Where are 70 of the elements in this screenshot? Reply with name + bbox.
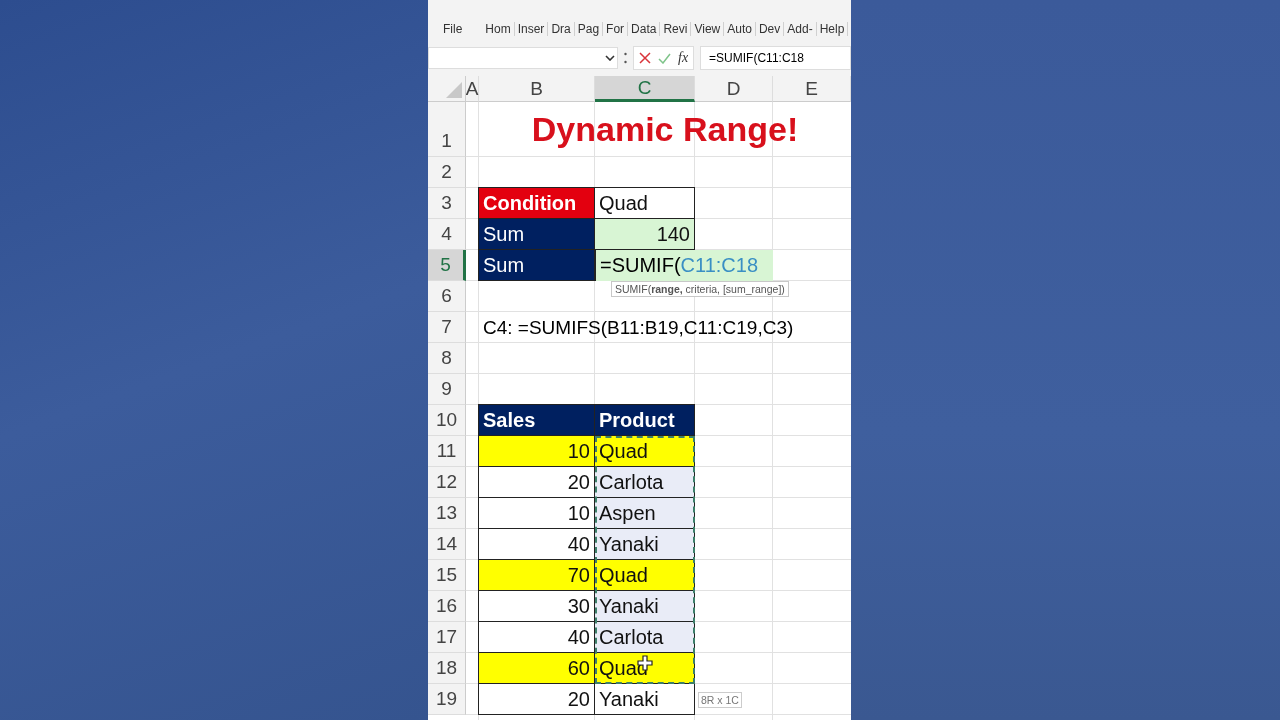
table-header: Sales — [478, 404, 595, 436]
table-cell: Quad — [594, 559, 695, 591]
table-cell: Carlota — [594, 466, 695, 498]
ribbon-tab[interactable]: Hom — [482, 22, 515, 36]
label-cell: Sum — [478, 249, 595, 281]
name-box[interactable] — [428, 47, 618, 69]
table-cell: Yanaki — [594, 528, 695, 560]
row-header[interactable]: 19 — [428, 684, 466, 715]
table-cell: Aspen — [594, 497, 695, 529]
ribbon-tab[interactable]: Pag — [574, 22, 604, 36]
row-header[interactable]: 16 — [428, 591, 466, 622]
column-header[interactable]: A — [466, 76, 479, 102]
ribbon-tab[interactable]: Inser — [514, 22, 549, 36]
table-cell: Quad — [594, 435, 695, 467]
function-tooltip: SUMIF(range, criteria, [sum_range]) — [611, 281, 789, 297]
ribbon-tab[interactable]: Dev — [755, 22, 785, 36]
ribbon-tab[interactable]: Revi — [660, 22, 692, 36]
row-header[interactable]: 9 — [428, 374, 466, 405]
row-header[interactable]: 7 — [428, 312, 466, 343]
value-cell: 140 — [594, 218, 695, 250]
triangle-icon — [446, 82, 462, 98]
ribbon-tab[interactable]: View — [691, 22, 725, 36]
sheet-title: Dynamic Range! — [531, 110, 799, 149]
row-header[interactable]: 3 — [428, 188, 466, 219]
ribbon-tab[interactable]: Data — [628, 22, 661, 36]
selection-size-tooltip: 8R x 1C — [698, 691, 742, 708]
table-cell: 20 — [478, 683, 595, 715]
more-options-icon[interactable] — [624, 52, 627, 64]
value-cell: Quad — [594, 187, 695, 219]
row-header[interactable]: 10 — [428, 405, 466, 436]
ribbon-tab[interactable]: Help — [816, 22, 849, 36]
formula-note: C4: =SUMIFS(B11:B19,C11:C19,C3) — [482, 316, 795, 339]
label-cell: Condition — [478, 187, 595, 219]
row-header[interactable]: 4 — [428, 219, 466, 250]
row-header[interactable]: 8 — [428, 343, 466, 374]
ribbon-tab[interactable]: Auto — [724, 22, 756, 36]
row-header[interactable]: 1 — [428, 102, 466, 157]
table-cell: Carlota — [594, 621, 695, 653]
chevron-down-icon — [605, 55, 615, 61]
formula-field[interactable]: =SUMIF(C11:C18 — [700, 46, 851, 70]
table-cell: 60 — [478, 652, 595, 684]
row-header[interactable]: 14 — [428, 529, 466, 560]
column-header[interactable]: C — [595, 76, 695, 102]
row-header[interactable]: 13 — [428, 498, 466, 529]
column-header[interactable]: B — [479, 76, 595, 102]
row-header[interactable]: 5 — [428, 250, 466, 281]
row-header[interactable]: 2 — [428, 157, 466, 188]
column-header[interactable]: D — [695, 76, 773, 102]
check-icon[interactable] — [658, 52, 671, 64]
ribbon-tab[interactable]: Add- — [784, 22, 817, 36]
ribbon-tab[interactable]: Dra — [548, 22, 575, 36]
cell-editor[interactable]: =SUMIF(C11:C18 — [595, 250, 773, 281]
cancel-icon[interactable] — [639, 52, 651, 64]
row-header[interactable]: 6 — [428, 281, 466, 312]
insert-function-button[interactable]: fx — [678, 50, 689, 66]
table-cell: Yanaki — [594, 590, 695, 622]
table-header: Product — [594, 404, 695, 436]
table-cell: Yanaki — [594, 683, 695, 715]
select-all-corner[interactable] — [428, 76, 466, 102]
row-header[interactable]: 17 — [428, 622, 466, 653]
column-header[interactable]: E — [773, 76, 851, 102]
ribbon-tab[interactable]: File — [440, 22, 483, 36]
table-cell: 70 — [478, 559, 595, 591]
ribbon-tab[interactable]: For — [603, 22, 629, 36]
label-cell: Sum — [478, 218, 595, 250]
row-header[interactable]: 15 — [428, 560, 466, 591]
row-header[interactable]: 12 — [428, 467, 466, 498]
row-header[interactable]: 18 — [428, 653, 466, 684]
table-cell: 10 — [478, 435, 595, 467]
row-header[interactable]: 11 — [428, 436, 466, 467]
